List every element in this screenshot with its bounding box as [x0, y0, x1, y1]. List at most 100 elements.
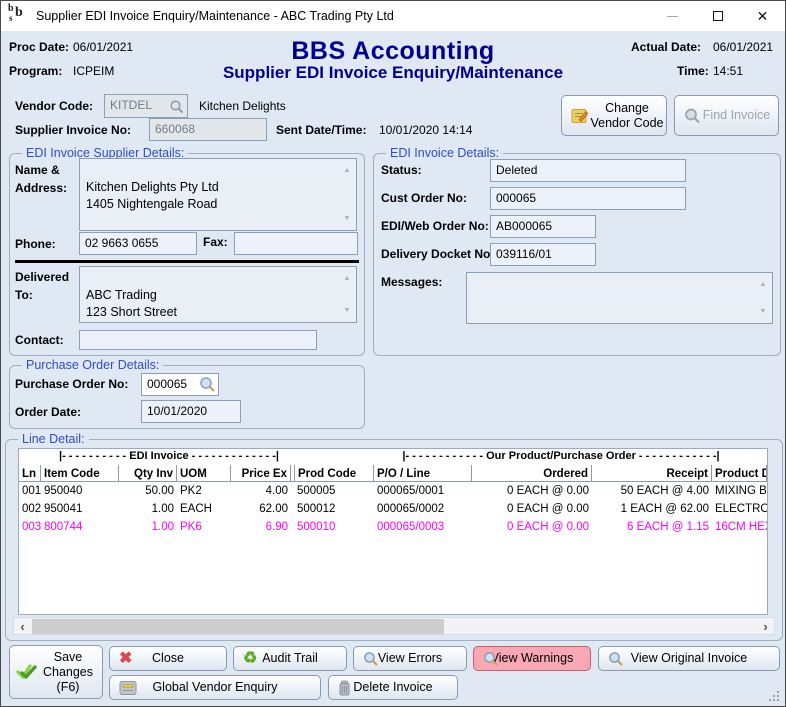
supplier-invoice-label: Supplier Invoice No:: [15, 123, 131, 137]
scroll-down-icon[interactable]: ▼: [760, 303, 767, 320]
minimize-icon: [667, 16, 678, 17]
window-title: Supplier EDI Invoice Enquiry/Maintenance…: [36, 9, 394, 23]
col-receipt: Receipt: [592, 465, 712, 481]
order-date-field[interactable]: 10/01/2020: [141, 400, 241, 423]
supplier-invoice-field[interactable]: 660068: [149, 118, 267, 141]
trash-icon: [338, 680, 351, 696]
name-address-textarea[interactable]: Kitchen Delights Pty Ltd 1405 Nightengal…: [79, 158, 357, 231]
scroll-up-icon[interactable]: ▲: [344, 270, 351, 287]
table-row-highlighted[interactable]: 0038007441.00PK66.90500010000065/00030 E…: [19, 518, 767, 536]
name-address-label: Name & Address:: [15, 161, 67, 197]
find-invoice-button[interactable]: Find Invoice: [674, 95, 779, 136]
col-po-line: P/O / Line: [374, 465, 472, 481]
bbs-app-icon: bbs: [8, 6, 28, 26]
line-detail-table: |- - - - - - - - - - EDI Invoice - - - -…: [18, 448, 768, 615]
close-window-button[interactable]: ✕: [740, 1, 785, 31]
table-row[interactable]: 00195004050.00PK24.00500005000065/00010 …: [19, 482, 767, 500]
maximize-icon: [713, 11, 723, 21]
scroll-down-icon[interactable]: ▼: [344, 210, 351, 227]
scroll-up-icon[interactable]: ▲: [344, 162, 351, 179]
recycle-icon: ♻: [243, 651, 257, 667]
scroll-right-icon[interactable]: ›: [757, 618, 774, 634]
vendor-lookup-icon[interactable]: [169, 99, 184, 114]
scroll-down-icon[interactable]: ▼: [344, 302, 351, 319]
minimize-button[interactable]: [650, 1, 695, 31]
table-group-header: |- - - - - - - - - - EDI Invoice - - - -…: [19, 449, 767, 465]
cust-order-label: Cust Order No:: [381, 191, 467, 205]
col-prod-code: Prod Code: [294, 465, 374, 481]
red-x-icon: ✖: [119, 651, 132, 667]
time-label: Time:: [677, 64, 709, 78]
actual-date-value: 06/01/2021: [713, 40, 773, 54]
col-uom: UOM: [177, 465, 231, 481]
section-divider: [15, 260, 359, 263]
fax-label: Fax:: [203, 235, 228, 249]
change-vendor-button[interactable]: Change Vendor Code: [561, 95, 667, 136]
scroll-left-icon[interactable]: ‹: [14, 618, 31, 634]
scroll-up-icon[interactable]: ▲: [760, 276, 767, 293]
our-product-group-header: |- - - - - - - - - - - - Our Product/Pur…: [357, 450, 765, 462]
table-header-row: Ln Item Code Qty Inv UOM Price Ex Prod C…: [19, 465, 767, 482]
col-price-ex: Price Ex: [231, 465, 291, 481]
global-vendor-enquiry-button[interactable]: Global Vendor Enquiry: [109, 675, 321, 700]
vendor-code-label: Vendor Code:: [15, 99, 93, 113]
table-row[interactable]: 0029500411.00EACH62.00500012000065/00020…: [19, 500, 767, 518]
messages-label: Messages:: [381, 275, 442, 289]
vendor-code-field[interactable]: KITDEL: [104, 94, 188, 118]
col-ln: Ln: [19, 465, 41, 481]
purchase-order-title: Purchase Order Details:: [22, 358, 163, 372]
sent-datetime-value: 10/01/2020 14:14: [379, 123, 472, 137]
save-changes-button[interactable]: Save Changes (F6): [9, 645, 103, 699]
search-icon: [483, 651, 499, 667]
messages-textarea[interactable]: ▲▼: [466, 272, 773, 324]
search-icon: [684, 107, 701, 124]
delivery-docket-field[interactable]: 039116/01: [490, 243, 596, 266]
po-lookup-icon[interactable]: [199, 376, 216, 393]
app-subtitle: Supplier EDI Invoice Enquiry/Maintenance: [1, 63, 785, 83]
edi-web-order-label: EDI/Web Order No:: [381, 219, 489, 233]
status-label: Status:: [381, 163, 422, 177]
titlebar: bbs Supplier EDI Invoice Enquiry/Mainten…: [1, 1, 785, 31]
edi-web-order-field[interactable]: AB000065: [490, 215, 596, 238]
close-icon: ✕: [757, 9, 769, 23]
delivered-to-label: Delivered To:: [15, 268, 69, 304]
view-original-invoice-button[interactable]: View Original Invoice: [598, 646, 780, 671]
fax-field[interactable]: [234, 232, 358, 255]
status-field[interactable]: Deleted: [490, 159, 686, 182]
note-pencil-icon: [571, 107, 590, 124]
actual-date-label: Actual Date:: [631, 40, 701, 54]
close-button[interactable]: ✖ Close: [109, 646, 227, 671]
time-value: 14:51: [713, 64, 743, 78]
col-ordered: Ordered: [472, 465, 592, 481]
col-qty-inv: Qty Inv: [119, 465, 177, 481]
delete-invoice-button[interactable]: Delete Invoice: [328, 675, 458, 700]
phone-label: Phone:: [15, 237, 56, 251]
vendor-name-text: Kitchen Delights: [199, 99, 286, 113]
green-check-icon: [16, 663, 38, 681]
po-number-field[interactable]: 000065: [141, 373, 219, 396]
app-window: bbs Supplier EDI Invoice Enquiry/Mainten…: [0, 0, 786, 707]
search-icon: [363, 651, 379, 667]
col-product-desc: Product De: [712, 465, 767, 481]
scrollbar-thumb[interactable]: [32, 619, 444, 634]
col-item-code: Item Code: [41, 465, 119, 481]
phone-field[interactable]: 02 9663 0655: [79, 232, 197, 255]
line-detail-title: Line Detail:: [18, 432, 89, 446]
cust-order-field[interactable]: 000065: [490, 187, 686, 210]
delivered-to-textarea[interactable]: ABC Trading 123 Short Street Smallville …: [79, 266, 357, 323]
maximize-button[interactable]: [695, 1, 740, 31]
view-warnings-button[interactable]: View Warnings: [473, 646, 591, 671]
order-date-label: Order Date:: [15, 405, 81, 419]
sent-datetime-label: Sent Date/Time:: [276, 123, 366, 137]
invoice-details-title: EDI Invoice Details:: [386, 146, 503, 160]
edi-invoice-group-header: |- - - - - - - - - - EDI Invoice - - - -…: [39, 450, 299, 462]
delivery-docket-label: Delivery Docket No:: [381, 247, 494, 261]
card-file-icon: [119, 680, 137, 695]
table-horizontal-scrollbar[interactable]: ‹ ›: [13, 617, 775, 635]
contact-field[interactable]: [79, 330, 317, 350]
view-errors-button[interactable]: View Errors: [353, 646, 467, 671]
contact-label: Contact:: [15, 333, 64, 347]
search-icon: [608, 651, 624, 667]
resize-grip[interactable]: [769, 690, 780, 701]
audit-trail-button[interactable]: ♻ Audit Trail: [233, 646, 347, 671]
